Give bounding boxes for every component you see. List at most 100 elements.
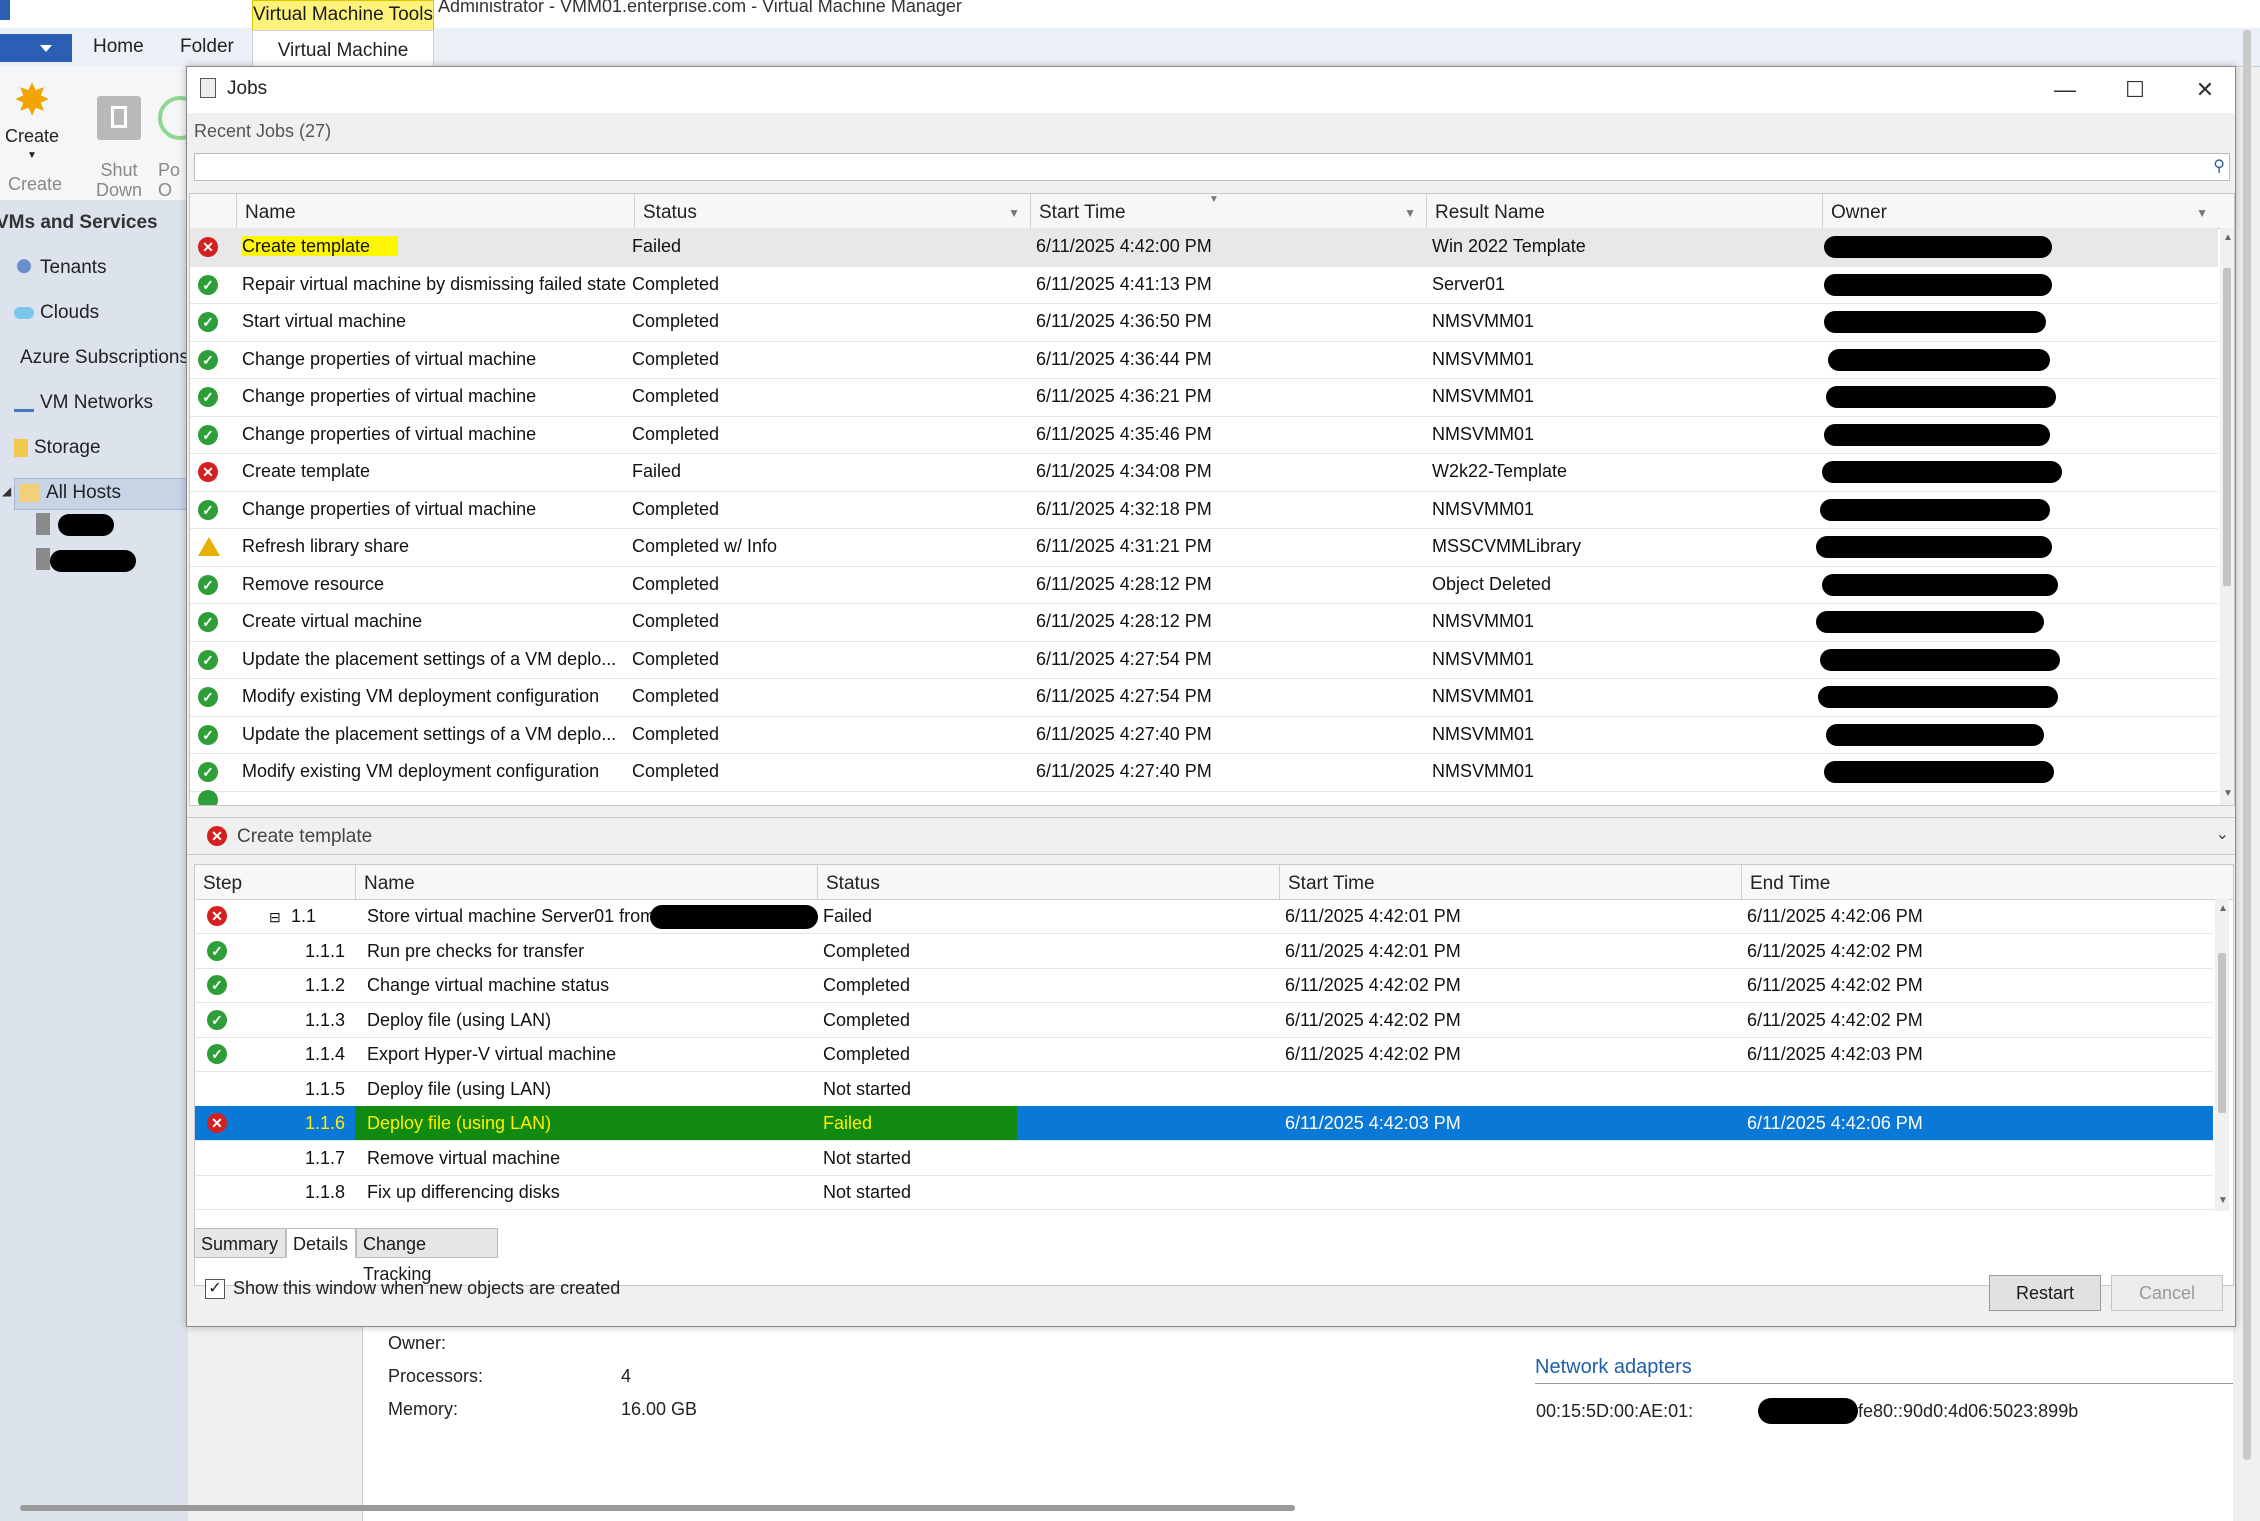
column-header-start-time[interactable]: Start Time: [1279, 865, 1741, 899]
column-header-icon[interactable]: [190, 194, 236, 228]
steps-scrollbar[interactable]: ▲ ▼: [2215, 899, 2229, 1211]
scroll-down-icon[interactable]: ▼: [2218, 1195, 2228, 1206]
job-result-name: Server01: [1432, 273, 1506, 294]
step-row[interactable]: ✓ 1.1.3 Deploy file (using LAN) Completed 6/…: [195, 1003, 2213, 1038]
job-row[interactable]: ✕ Create template Failed 6/11/2025 4:34:08 …: [190, 453, 2218, 492]
job-detail-title: Create template: [237, 826, 373, 847]
column-header-step[interactable]: Step: [195, 865, 355, 899]
step-row[interactable]: ✓ 1.1.1 Run pre checks for transfer Complet…: [195, 934, 2213, 969]
step-row[interactable]: 1.1.8 Fix up differencing disks Not starte…: [195, 1175, 2213, 1210]
contextual-tab-group: Virtual Machine Tools: [252, 0, 434, 31]
nav-item-storage[interactable]: Storage: [14, 437, 101, 459]
job-detail-header[interactable]: ✕ Create template ⌄: [187, 817, 2235, 855]
step-row[interactable]: ✓ 1.1.2 Change virtual machine status Compl…: [195, 968, 2213, 1003]
column-header-status[interactable]: Status: [817, 865, 1279, 899]
step-row[interactable]: ✕ ⊟ 1.1 Store virtual machine Server01 from…: [195, 899, 2213, 934]
search-icon[interactable]: ⚲: [2213, 156, 2225, 176]
nav-item-tenants[interactable]: Tenants: [14, 257, 107, 279]
step-row[interactable]: ✓ 1.1.4 Export Hyper-V virtual machine Comp…: [195, 1037, 2213, 1072]
job-start-time: 6/11/2025 4:27:40 PM: [1036, 723, 1212, 744]
redacted-host[interactable]: [50, 550, 136, 572]
minimize-button[interactable]: —: [2042, 71, 2088, 109]
job-status: Completed w/ Info: [632, 536, 778, 556]
close-button[interactable]: ✕: [2182, 71, 2228, 109]
horizontal-scrollbar[interactable]: [20, 1505, 1295, 1511]
job-status: Completed: [632, 723, 720, 744]
job-row[interactable]: ✓ Update the placement settings of a VM d…: [190, 641, 2218, 679]
nav-item-vm-networks[interactable]: VM Networks: [14, 392, 153, 414]
show-window-checkbox[interactable]: ✓: [205, 1279, 225, 1299]
nav-item-azure-subscriptions[interactable]: Azure Subscriptions: [14, 347, 188, 369]
chevron-down-icon[interactable]: ⌄: [2216, 824, 2229, 844]
job-result-name: NMSVMM01: [1432, 423, 1535, 444]
column-header-start-time[interactable]: Start Time ▼ ▼: [1030, 194, 1426, 228]
create-star-icon: ✸: [13, 76, 51, 125]
job-result-name: Win 2022 Template: [1432, 236, 1586, 256]
job-row[interactable]: ✓ Remove resource Completed 6/11/2025 4:28:…: [190, 566, 2218, 604]
scroll-down-icon[interactable]: ▼: [2223, 788, 2233, 799]
tab-virtual-machine[interactable]: Virtual Machine: [252, 30, 434, 67]
column-header-status[interactable]: Status ▼: [634, 194, 1030, 228]
filter-dropdown-icon[interactable]: ▼: [1404, 194, 1416, 232]
job-row[interactable]: ✓ Modify existing VM deployment configura…: [190, 753, 2218, 792]
tab-folder[interactable]: Folder: [180, 36, 234, 58]
job-status: Failed: [632, 461, 682, 481]
job-status: Completed: [632, 686, 720, 706]
cancel-button[interactable]: Cancel: [2111, 1275, 2223, 1311]
collapse-icon[interactable]: ⊟: [269, 899, 289, 936]
jobs-window-title: Jobs: [227, 78, 268, 99]
job-status: Completed: [632, 611, 720, 631]
step-row[interactable]: ✕ 1.1.6 Deploy file (using LAN) Failed 6/11/…: [195, 1106, 2213, 1141]
maximize-button[interactable]: ☐: [2112, 71, 2158, 109]
collapse-arrow-icon[interactable]: ◢: [2, 484, 11, 498]
filter-dropdown-icon[interactable]: ▼: [1008, 194, 1020, 232]
step-row[interactable]: 1.1.7 Remove virtual machine Not started: [195, 1141, 2213, 1176]
job-row[interactable]: ✓ Modify existing VM deployment configura…: [190, 678, 2218, 717]
column-header-name[interactable]: Name: [355, 865, 817, 899]
scroll-thumb[interactable]: [2223, 268, 2231, 586]
scroll-up-icon[interactable]: ▲: [2223, 232, 2233, 243]
shut-down-button[interactable]: Shut Down: [88, 76, 150, 220]
restart-button[interactable]: Restart: [1989, 1275, 2101, 1311]
column-header-owner[interactable]: Owner ▼: [1822, 194, 2234, 228]
scroll-up-icon[interactable]: ▲: [2218, 903, 2228, 914]
job-start-time: 6/11/2025 4:41:13 PM: [1036, 273, 1212, 294]
jobs-scrollbar[interactable]: ▲ ▼: [2220, 228, 2234, 805]
job-row[interactable]: ✓ Change properties of virtual machine Com…: [190, 491, 2218, 529]
search-input[interactable]: ⚲: [194, 153, 2230, 181]
status-completed-icon: ✓: [198, 649, 218, 670]
job-row[interactable]: Refresh library share Completed w/ Info 6/…: [190, 528, 2218, 567]
job-row[interactable]: ✓ Repair virtual machine by dismissing fa…: [190, 266, 2218, 304]
column-header-end-time[interactable]: End Time: [1741, 865, 2233, 899]
column-header-result-name[interactable]: Result Name: [1426, 194, 1822, 228]
job-name: Change properties of virtual machine: [242, 348, 537, 369]
tab-home[interactable]: Home: [93, 36, 144, 58]
job-row[interactable]: ✓ Start virtual machine Completed 6/11/2025…: [190, 303, 2218, 342]
column-header-name[interactable]: Name: [236, 194, 634, 228]
job-row[interactable]: ✓ Change properties of virtual machine Com…: [190, 378, 2218, 417]
create-button[interactable]: ✸ Create ▼: [2, 76, 62, 166]
job-row[interactable]: ✓ Change properties of virtual machine Com…: [190, 341, 2218, 379]
job-row[interactable]: ✓ Change properties of virtual machine Com…: [190, 416, 2218, 454]
nav-item-clouds[interactable]: Clouds: [14, 302, 99, 324]
jobs-grid: Name Status ▼ Start Time ▼ ▼ Result Name Ow…: [189, 193, 2235, 806]
redacted-owner: [1818, 686, 2058, 708]
tab-details[interactable]: Details: [286, 1228, 356, 1258]
nav-item-all-hosts[interactable]: All Hosts: [20, 482, 121, 504]
vertical-scrollbar[interactable]: [2243, 30, 2251, 1460]
status-completed-icon: ✓: [207, 1009, 227, 1030]
recent-jobs-label: Recent Jobs (27): [194, 121, 332, 141]
step-start-time: [1285, 1072, 1725, 1106]
job-row[interactable]: ✓ Create virtual machine Completed 6/11/202…: [190, 603, 2218, 642]
tab-summary[interactable]: Summary: [194, 1228, 286, 1258]
tab-change-tracking[interactable]: Change Tracking: [356, 1228, 498, 1284]
status-completed-icon: ✓: [207, 975, 227, 995]
job-row[interactable]: ✓ Update the placement settings of a VM d…: [190, 716, 2218, 754]
step-row[interactable]: 1.1.5 Deploy file (using LAN) Not started: [195, 1072, 2213, 1107]
redacted-host[interactable]: [58, 514, 114, 536]
filter-dropdown-icon[interactable]: ▼: [2196, 194, 2208, 232]
file-menu-button[interactable]: [0, 34, 72, 62]
scroll-thumb[interactable]: [2218, 953, 2226, 1113]
step-end-time: 6/11/2025 4:42:02 PM: [1747, 940, 1923, 961]
job-row[interactable]: ✕ Create template Failed 6/11/2025 4:42:00 …: [190, 228, 2218, 267]
